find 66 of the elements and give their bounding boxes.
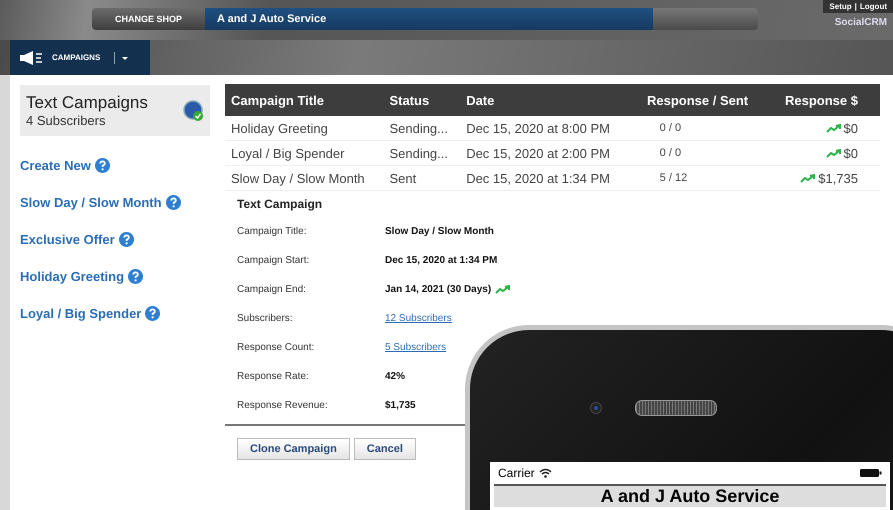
field-value: Slow Day / Slow Month (385, 226, 494, 237)
help-icon[interactable] (128, 269, 144, 284)
link-separator: | (854, 2, 857, 11)
table-cell: Sent (383, 166, 460, 190)
campaign-type-title: Text Campaigns (26, 93, 148, 113)
column-header: Status (383, 84, 460, 116)
sidebar-link[interactable]: Holiday Greeting (20, 269, 124, 284)
subscribers-link[interactable]: 5 Subscribers (385, 342, 446, 353)
table-cell: 0 / 0 (630, 116, 770, 140)
column-header: Campaign Title (225, 84, 384, 116)
shop-name-bar: A and J Auto Service (205, 8, 653, 30)
table-cell: 5 / 12 (630, 166, 770, 190)
app-title: A and J Auto Service (494, 484, 886, 507)
cancel-button[interactable]: Cancel (354, 438, 416, 460)
column-header: Response / Sent (630, 84, 770, 116)
field-label: Campaign End: (237, 284, 307, 295)
sidebar-link[interactable]: Loyal / Big Spender (20, 306, 142, 321)
field-label: Response Count: (237, 342, 316, 353)
text-badge-icon (182, 100, 204, 122)
help-icon[interactable] (118, 232, 134, 247)
table-cell: Dec 15, 2020 at 1:34 PM (460, 166, 630, 190)
sidebar-link[interactable]: Create New (20, 158, 91, 173)
campaigns-tab[interactable]: CAMPAIGNS (10, 40, 150, 75)
clone-campaign-button[interactable]: Clone Campaign (237, 438, 350, 460)
table-cell: Sending... (383, 140, 460, 166)
table-cell: Dec 15, 2020 at 8:00 PM (460, 116, 630, 140)
field-label: Campaign Title: (237, 226, 308, 237)
table-cell: Sending... (383, 116, 460, 140)
subscriber-count: 4 Subscribers (26, 113, 106, 128)
field-label: Response Rate: (237, 371, 310, 382)
help-icon[interactable] (166, 195, 181, 210)
table-cell: Holiday Greeting (225, 116, 384, 140)
field-value: Dec 15, 2020 at 1:34 PM (385, 255, 498, 266)
field-label: Response Revenue: (237, 400, 329, 411)
table-cell: Loyal / Big Spender (225, 140, 384, 166)
trend-up-icon (826, 148, 844, 158)
change-shop-button[interactable]: CHANGE SHOP (92, 8, 205, 30)
carrier-label: Carrier (498, 466, 535, 480)
detail-title: Text Campaign (237, 197, 324, 211)
field-value: $1,735 (385, 400, 416, 411)
product-name: SocialCRM (834, 16, 888, 30)
wifi-icon (538, 468, 552, 478)
field-value: Jan 14, 2021 (30 Days) (385, 284, 492, 295)
battery-icon (860, 468, 882, 478)
revenue-value: $1,735 (818, 170, 858, 186)
column-header: Date (460, 84, 630, 116)
megaphone-icon (20, 50, 44, 64)
camera-icon (590, 402, 602, 414)
setup-link[interactable]: Setup (829, 2, 852, 11)
logout-link[interactable]: Logout (860, 2, 887, 11)
help-icon[interactable] (94, 158, 110, 173)
column-header: Response $ (770, 84, 880, 116)
revenue-value: $0 (844, 120, 858, 136)
field-label: Subscribers: (237, 313, 294, 324)
table-cell: Slow Day / Slow Month (225, 166, 384, 190)
field-value: 42% (385, 371, 406, 382)
field-label: Campaign Start: (237, 255, 310, 266)
sidebar-link[interactable]: Exclusive Offer (20, 232, 115, 247)
subscribers-link[interactable]: 12 Subscribers (385, 313, 452, 324)
help-icon[interactable] (145, 306, 160, 321)
revenue-value: $0 (844, 146, 858, 160)
trend-up-icon (826, 124, 844, 132)
table-cell: Dec 15, 2020 at 2:00 PM (460, 140, 630, 166)
sidebar-link[interactable]: Slow Day / Slow Month (20, 195, 162, 210)
dropdown-caret-icon[interactable] (114, 52, 130, 64)
table-cell: 0 / 0 (630, 140, 770, 166)
